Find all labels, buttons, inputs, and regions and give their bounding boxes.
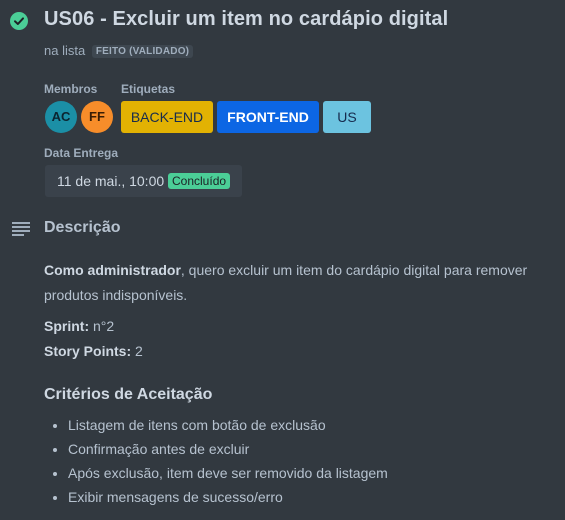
- criteria-item: Após exclusão, item deve ser removido da…: [68, 461, 388, 485]
- description-lines-icon: [12, 222, 30, 236]
- due-date-label: Data Entrega: [44, 146, 119, 160]
- due-date-text: 11 de mai., 10:00: [57, 173, 165, 189]
- story-points-line: Story Points: 2: [44, 343, 143, 359]
- labels-label: Etiquetas: [121, 82, 176, 96]
- list-prefix: na lista: [44, 43, 86, 58]
- card-title[interactable]: US06 - Excluir um item no cardápio digit…: [44, 8, 448, 31]
- criteria-item: Exibir mensagens de sucesso/erro: [68, 485, 388, 509]
- criteria-list: Listagem de itens com botão de exclusão …: [44, 413, 388, 509]
- criteria-item: Confirmação antes de excluir: [68, 437, 388, 461]
- sprint-value: n°2: [89, 318, 115, 334]
- description-role: Como administrador: [44, 262, 181, 278]
- criteria-item: Listagem de itens com botão de exclusão: [68, 413, 388, 437]
- list-name-badge[interactable]: FEITO (VALIDADO): [91, 45, 194, 58]
- due-date-button[interactable]: 11 de mai., 10:00 Concluído: [45, 165, 242, 197]
- description-heading: Descrição: [44, 219, 121, 236]
- label-front-end[interactable]: FRONT-END: [217, 101, 319, 133]
- member-avatar-ff[interactable]: FF: [81, 101, 113, 133]
- story-points-label: Story Points:: [44, 343, 132, 359]
- member-avatar-ac[interactable]: AC: [45, 101, 77, 133]
- story-points-value: 2: [131, 343, 143, 359]
- check-circle-icon[interactable]: [10, 12, 28, 30]
- members-label: Membros: [44, 82, 98, 96]
- sprint-line: Sprint: n°2: [44, 318, 114, 334]
- due-status-badge: Concluído: [168, 173, 231, 189]
- criteria-heading: Critérios de Aceitação: [44, 386, 213, 403]
- label-us[interactable]: US: [323, 101, 371, 133]
- sprint-label: Sprint:: [44, 318, 90, 334]
- label-back-end[interactable]: BACK-END: [121, 101, 213, 133]
- description-body[interactable]: Como administrador, quero excluir um ite…: [44, 258, 534, 308]
- list-info: na lista FEITO (VALIDADO): [44, 43, 194, 58]
